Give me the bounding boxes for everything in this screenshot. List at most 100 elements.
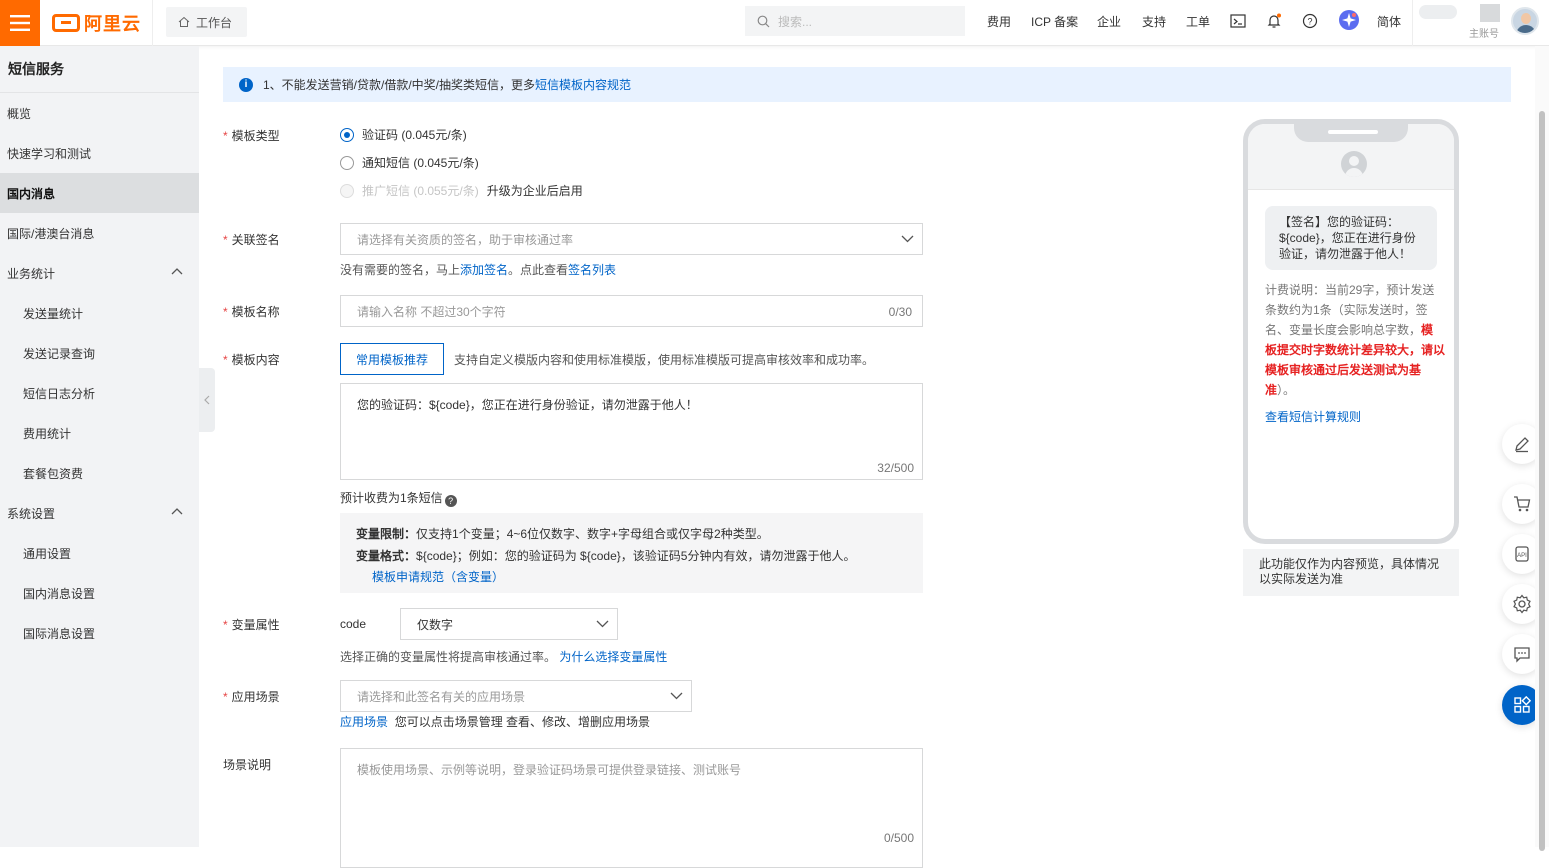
sidebar-item-international-settings[interactable]: 国际消息设置 [0, 613, 199, 653]
template-type-label: * 模板类型 [223, 129, 280, 143]
divider [1412, 0, 1413, 46]
home-icon [178, 16, 190, 27]
upgrade-hint: 升级为企业后启用 [486, 184, 583, 198]
aliyun-logo[interactable]: 阿里云 [52, 10, 141, 36]
radio-label: 通知短信 (0.045元/条) [362, 156, 479, 170]
template-rule-link[interactable]: 模板申请规范（含变量） [356, 567, 907, 587]
why-variable-link[interactable]: 为什么选择变量属性 [559, 650, 667, 664]
chevron-down-icon [901, 235, 914, 243]
scrollbar-thumb[interactable] [1539, 111, 1545, 851]
nav-ticket[interactable]: 工单 [1186, 13, 1210, 30]
divider [152, 0, 153, 46]
radio-notification[interactable]: 通知短信 (0.045元/条) [340, 154, 479, 171]
signature-list-link[interactable]: 签名列表 [568, 263, 616, 277]
page-scrollbar[interactable] [1535, 46, 1549, 851]
scene-desc-label: 场景说明 [223, 758, 272, 772]
sidebar: 短信服务 概览 快速学习和测试 国内消息 国际/港澳台消息 业务统计 发送量统计… [0, 46, 199, 847]
search-icon [757, 15, 770, 27]
sidebar-group-label: 系统设置 [7, 506, 56, 521]
radio-promotion: 推广短信 (0.055元/条) 升级为企业后启用 [340, 182, 583, 199]
help-icon[interactable]: ? [444, 495, 457, 507]
menu-icon[interactable] [0, 0, 40, 46]
template-content-value: 您的验证码：${code}，您正在进行身份验证，请勿泄露于他人！ [357, 398, 698, 412]
notice-link[interactable]: 短信模板内容规范 [535, 78, 631, 92]
variable-type-value: 仅数字 [417, 617, 454, 632]
sidebar-item-quickstart[interactable]: 快速学习和测试 [0, 133, 199, 173]
phone-speaker [1328, 130, 1378, 134]
sidebar-collapse-handle[interactable] [199, 368, 215, 432]
sidebar-item-send-stats[interactable]: 发送量统计 [0, 293, 199, 333]
notice-banner: i 1、不能发送营销/贷款/借款/中奖/抽奖类短信，更多短信模板内容规范 [223, 67, 1511, 102]
user-avatar[interactable] [1511, 7, 1539, 35]
chevron-up-icon [171, 268, 183, 275]
language-switch[interactable]: 简体 [1377, 13, 1401, 30]
svg-text:API: API [1517, 553, 1527, 559]
billing-explanation: 计费说明：当前29字，预计发送条数约为1条（实际发送时，签名、变量长度会影响总字… [1265, 283, 1446, 397]
search-input[interactable]: 搜索... [745, 6, 965, 36]
assistant-icon[interactable] [1338, 9, 1360, 31]
account-label: 主账号 [1469, 29, 1499, 40]
help-icon[interactable]: ? [1301, 12, 1319, 30]
radio-checked-icon [340, 127, 354, 142]
template-name-input[interactable]: 请输入名称 不超过30个字符 0/30 [340, 295, 923, 327]
variable-attr-label: * 变量属性 [223, 618, 280, 632]
billing-rule-link[interactable]: 查看短信计算规则 [1265, 408, 1361, 425]
signature-select[interactable]: 请选择有关资质的签名，助于审核通过率 [340, 223, 923, 255]
nav-support[interactable]: 支持 [1142, 13, 1166, 30]
scene-link[interactable]: 应用场景 [340, 715, 388, 729]
radio-label: 推广短信 (0.055元/条) [362, 184, 479, 198]
sidebar-item-log-analysis[interactable]: 短信日志分析 [0, 373, 199, 413]
sidebar-item-cost-stats[interactable]: 费用统计 [0, 413, 199, 453]
signature-hint: 没有需要的签名，马上添加签名。点此查看签名列表 [340, 263, 617, 277]
nav-enterprise[interactable]: 企业 [1097, 13, 1121, 30]
template-content-label: * 模板内容 [223, 353, 280, 367]
pencil-icon [1515, 437, 1529, 453]
sidebar-group-settings[interactable]: 系统设置 [0, 493, 199, 533]
radio-verification[interactable]: 验证码 (0.045元/条) [340, 126, 467, 143]
cart-icon [1514, 496, 1531, 512]
info-icon: i [239, 77, 253, 92]
radio-unchecked-icon [340, 155, 354, 170]
radio-disabled-icon [340, 183, 354, 198]
nav-billing[interactable]: 费用 [987, 13, 1011, 30]
sidebar-item-international[interactable]: 国际/港澳台消息 [0, 213, 199, 253]
variable-rules-box: 变量限制：仅支持1个变量；4~6位仅数字、数字+字母组合或仅字母2种类型。 变量… [340, 513, 923, 593]
chevron-up-icon [171, 508, 183, 515]
scene-select[interactable]: 请选择和此签名有关的应用场景 [340, 680, 692, 712]
signature-placeholder: 请选择有关资质的签名，助于审核通过率 [357, 232, 574, 247]
radio-label: 验证码 (0.045元/条) [362, 128, 467, 142]
recommend-hint: 支持自定义模版内容和使用标准模版，使用标准模版可提高审核效率和成功率。 [454, 353, 875, 367]
recommend-template-button[interactable]: 常用模板推荐 [340, 343, 444, 375]
scene-label: * 应用场景 [223, 690, 280, 704]
nav-icp[interactable]: ICP 备案 [1031, 13, 1078, 30]
scene-desc-textarea[interactable]: 模板使用场景、示例等说明，登录验证码场景可提供登录链接、测试账号 0/500 [340, 748, 923, 868]
sidebar-item-domestic-settings[interactable]: 国内消息设置 [0, 573, 199, 613]
brand-name: 阿里云 [84, 14, 141, 34]
variable-type-select[interactable]: 仅数字 [400, 608, 618, 640]
scene-placeholder: 请选择和此签名有关的应用场景 [357, 689, 526, 704]
template-content-textarea[interactable]: 您的验证码：${code}，您正在进行身份验证，请勿泄露于他人！ 32/500 [340, 383, 923, 480]
scene-hint: 应用场景 您可以点击场景管理 查看、修改、增删应用场景 [340, 715, 651, 729]
chevron-left-icon [204, 395, 210, 405]
bell-icon[interactable] [1265, 12, 1283, 30]
terminal-icon[interactable] [1229, 12, 1247, 30]
sidebar-item-send-records[interactable]: 发送记录查询 [0, 333, 199, 373]
preview-note: 此功能仅作为内容预览，具体情况以实际发送为准 [1243, 549, 1459, 596]
chevron-down-icon [596, 620, 609, 628]
sidebar-item-general-settings[interactable]: 通用设置 [0, 533, 199, 573]
char-count: 32/500 [877, 461, 914, 475]
api-doc-icon: API [1515, 546, 1529, 562]
variable-name: code [340, 617, 367, 631]
sms-bubble: 【签名】您的验证码：${code}，您正在进行身份验证，请勿泄露于他人！ [1265, 206, 1437, 270]
workbench-button[interactable]: 工作台 [166, 7, 247, 37]
char-count: 0/500 [883, 831, 914, 845]
main-content: i 1、不能发送营销/贷款/借款/中奖/抽奖类短信，更多短信模板内容规范 * 模板… [215, 46, 1535, 868]
sidebar-item-domestic[interactable]: 国内消息 [0, 173, 199, 213]
add-signature-link[interactable]: 添加签名 [460, 263, 508, 277]
account-name-placeholder [1419, 5, 1457, 19]
sidebar-group-label: 业务统计 [7, 266, 56, 281]
sidebar-group-stats[interactable]: 业务统计 [0, 253, 199, 293]
sidebar-item-package[interactable]: 套餐包资费 [0, 453, 199, 493]
workbench-label: 工作台 [196, 15, 233, 30]
sidebar-item-overview[interactable]: 概览 [0, 93, 199, 133]
